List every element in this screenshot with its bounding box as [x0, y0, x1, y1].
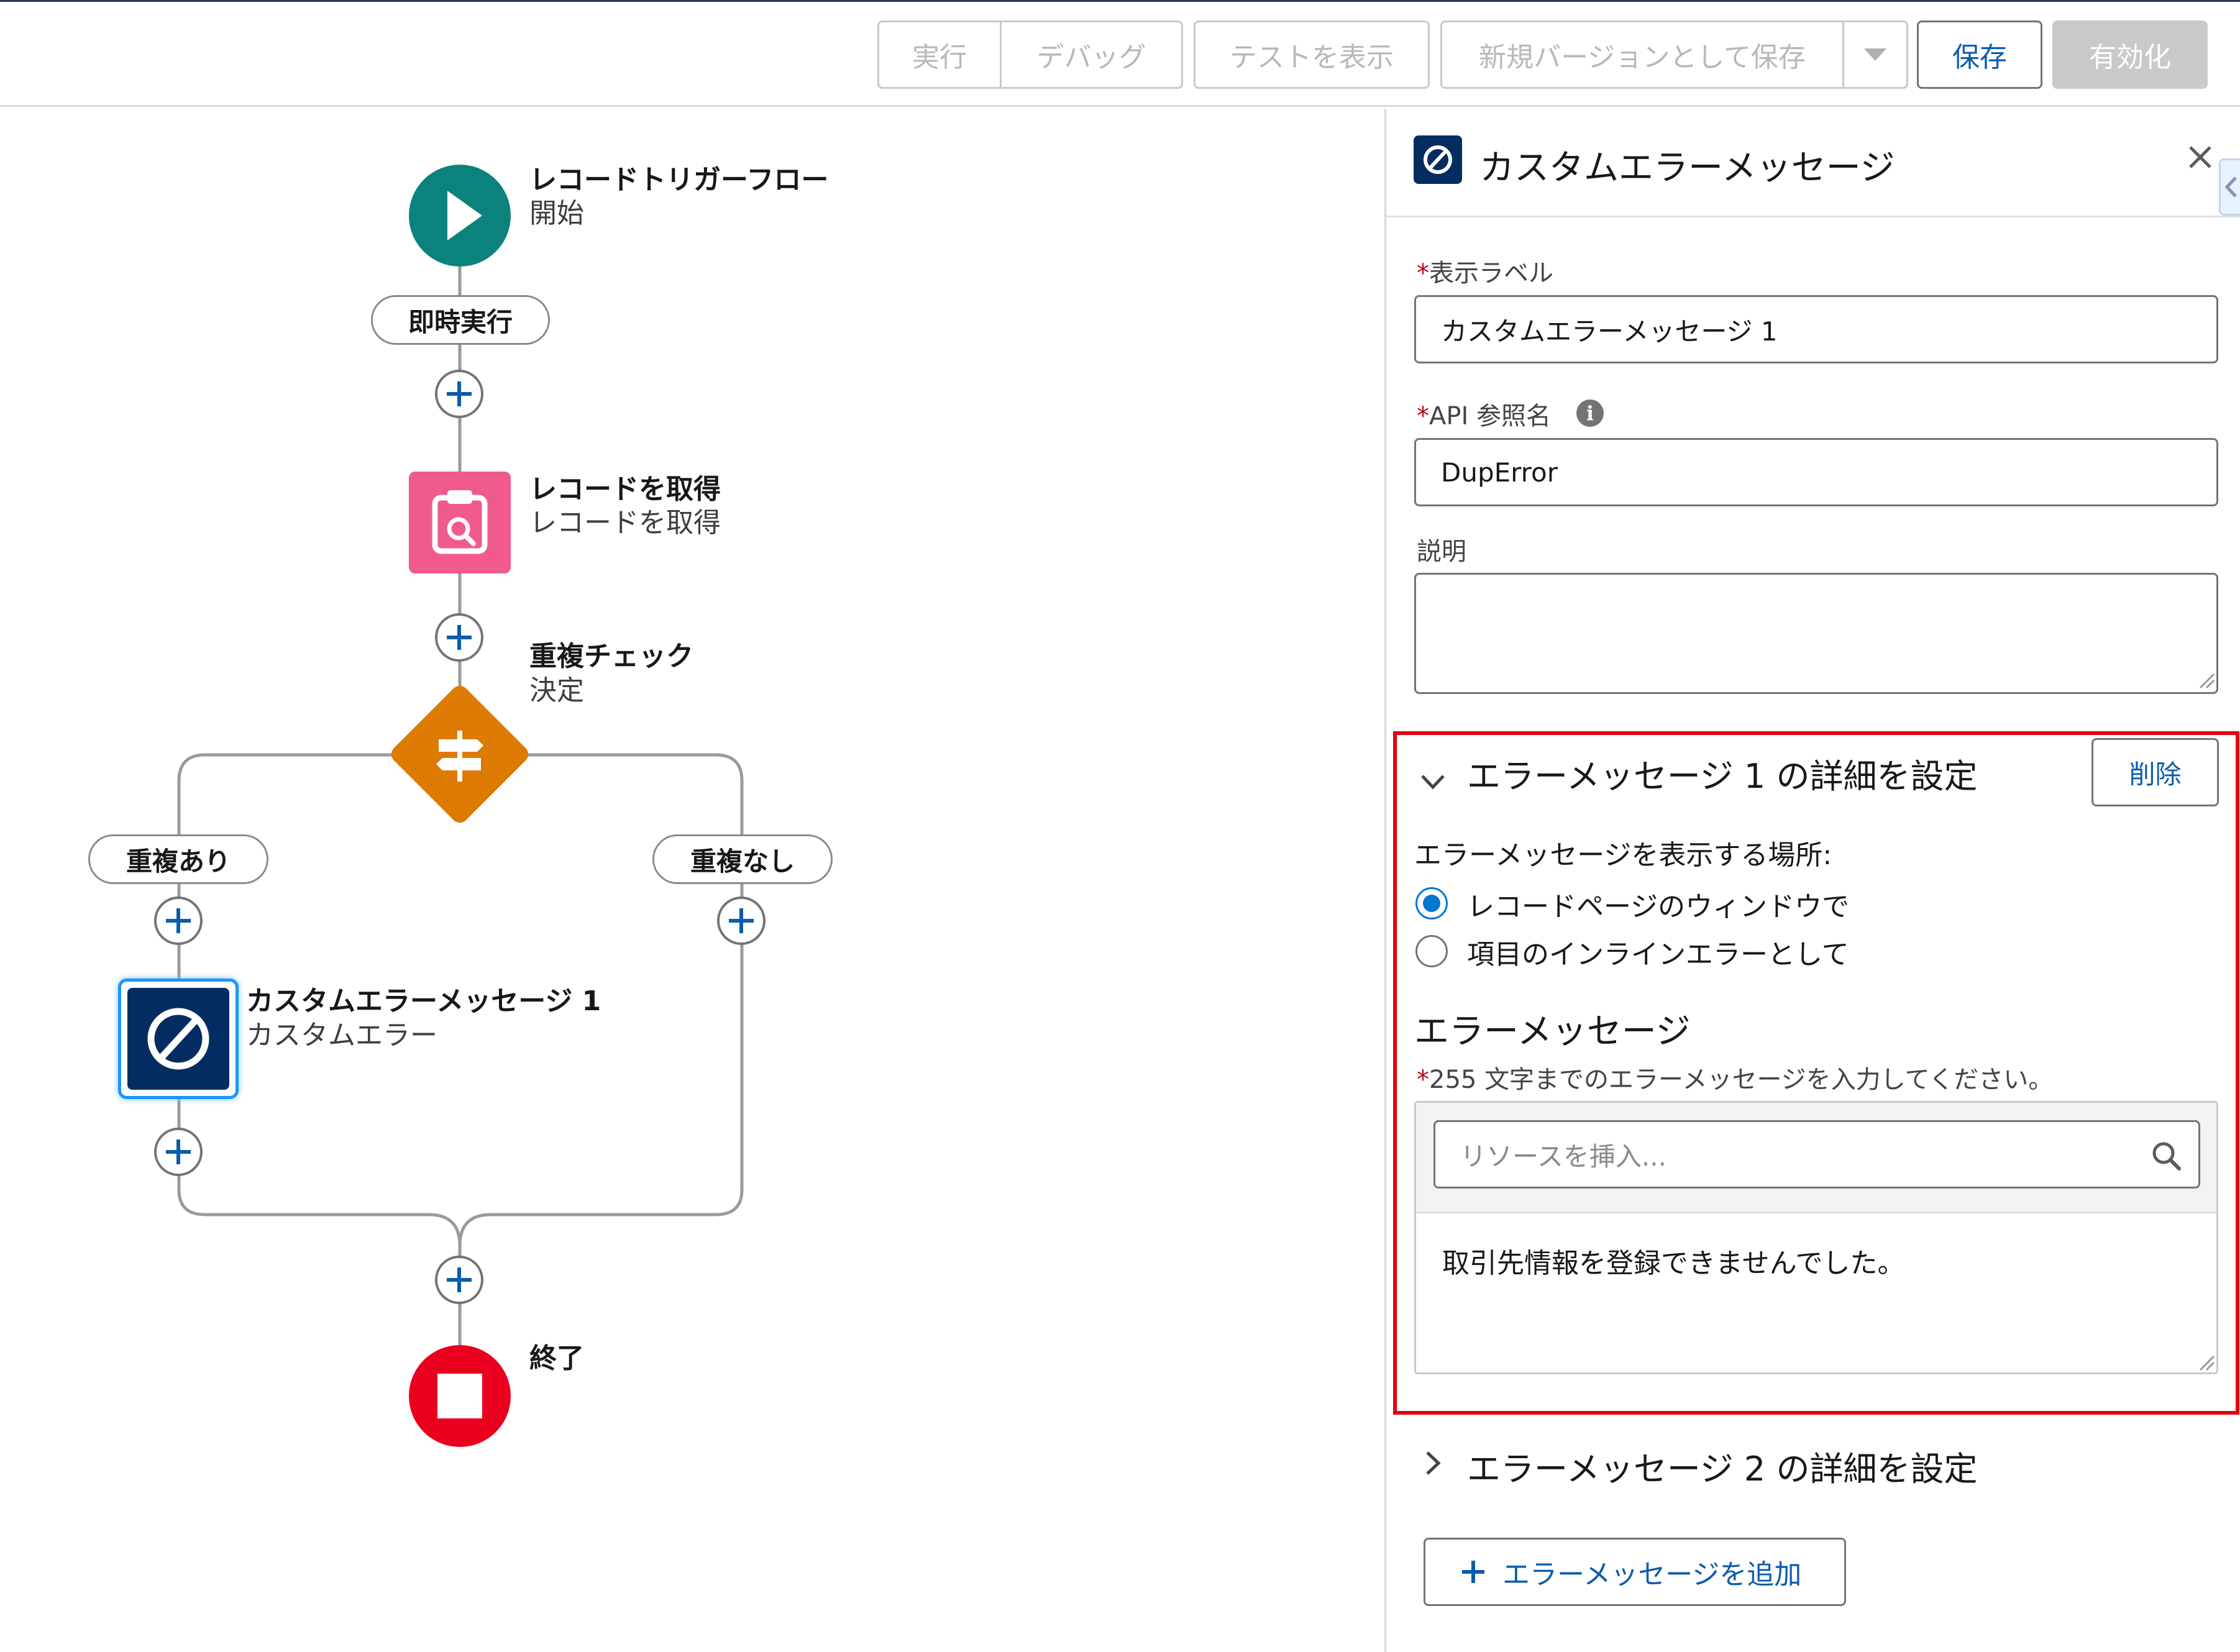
save-button[interactable]: 保存 [1917, 21, 2042, 89]
error-message-help: *255 文字までのエラーメッセージを入力してください。 [1417, 1066, 2054, 1094]
prohibited-icon [147, 1008, 209, 1070]
add-element-button[interactable] [435, 1256, 483, 1304]
add-element-button[interactable] [154, 1128, 203, 1176]
delete-button[interactable]: 削除 [2091, 738, 2219, 806]
resize-handle-icon[interactable] [2198, 672, 2216, 690]
branch-label-duplicate: 重複あり [88, 834, 268, 884]
panel-collapse-handle[interactable] [2219, 158, 2240, 216]
stop-icon [437, 1374, 482, 1418]
error-message-text[interactable]: 取引先情報を登録できませんでした。 [1442, 1241, 1904, 1280]
add-element-button[interactable] [154, 897, 203, 945]
prohibited-icon [1424, 145, 1452, 174]
signpost-icon [436, 731, 483, 782]
play-icon [447, 191, 482, 240]
start-node-subtitle: 開始 [529, 198, 584, 229]
info-icon[interactable]: i [1576, 399, 1604, 427]
radio-inline-field-error-label[interactable]: 項目のインラインエラーとして [1467, 932, 1849, 972]
add-element-button[interactable] [435, 613, 483, 662]
start-node[interactable] [409, 165, 511, 267]
end-node[interactable] [409, 1345, 511, 1447]
add-element-button[interactable] [435, 370, 483, 418]
add-error-message-label: エラーメッセージを追加 [1502, 1559, 1802, 1590]
properties-panel: カスタムエラーメッセージ *表示ラベル カスタムエラーメッセージ 1 *API … [1384, 109, 2240, 1652]
section2-title[interactable]: エラーメッセージ 2 の詳細を設定 [1467, 1441, 1977, 1490]
add-element-button[interactable] [717, 897, 766, 945]
label-field-input[interactable]: カスタムエラーメッセージ 1 [1414, 295, 2218, 363]
radio-record-page-window[interactable] [1415, 887, 1448, 920]
plus-icon [1462, 1561, 1484, 1583]
radio-record-page-window-label[interactable]: レコードページのウィンドウで [1467, 884, 1849, 924]
custom-error-node[interactable] [118, 979, 239, 1099]
end-title: 終了 [529, 1343, 584, 1374]
radio-inline-field-error[interactable] [1415, 935, 1448, 967]
panel-header: カスタムエラーメッセージ [1386, 109, 2240, 217]
error-message-heading: エラーメッセージ [1414, 1011, 1691, 1052]
panel-title: カスタムエラーメッセージ [1479, 148, 1895, 188]
add-error-message-button[interactable]: エラーメッセージを追加 [1424, 1538, 1846, 1606]
debug-button[interactable]: デバッグ [1000, 21, 1183, 89]
decision-subtitle: 決定 [529, 675, 584, 706]
search-icon [2152, 1142, 2181, 1171]
chevron-down-icon [1864, 48, 1886, 61]
clipboard-search-icon [432, 490, 488, 554]
close-icon[interactable] [2188, 145, 2213, 170]
chevron-right-icon[interactable] [1417, 1448, 1448, 1479]
custom-error-header-icon [1414, 135, 1462, 184]
flow-canvas: レコードトリガーフロー 開始 即時実行 レコードを取得 レコードを取得 重複チェ… [0, 109, 1384, 1652]
branch-label-no-duplicate: 重複なし [652, 834, 833, 884]
resource-search-input[interactable]: リソースを挿入... [1433, 1120, 2200, 1189]
immediate-path-label: 即時実行 [371, 295, 550, 345]
chevron-left-icon [2224, 176, 2237, 198]
label-field-label: *表示ラベル [1417, 259, 1553, 288]
description-label: 説明 [1417, 537, 1466, 566]
save-as-new-version-button[interactable]: 新規バージョンとして保存 [1440, 21, 1844, 89]
builder-toolbar: 実行 デバッグ テストを表示 新規バージョンとして保存 保存 有効化 [0, 0, 2240, 107]
show-tests-button[interactable]: テストを表示 [1194, 21, 1430, 89]
save-menu-dropdown[interactable] [1842, 21, 1908, 89]
chevron-down-icon[interactable] [1417, 766, 1448, 797]
api-name-input[interactable]: DupError [1414, 438, 2218, 506]
error-message-editor: リソースを挿入... 取引先情報を登録できませんでした。 [1414, 1101, 2218, 1374]
api-name-field-label: *API 参照名 [1417, 402, 1551, 431]
activate-button[interactable]: 有効化 [2052, 21, 2208, 89]
error-location-label: エラーメッセージを表示する場所: [1414, 839, 1832, 871]
run-button[interactable]: 実行 [877, 21, 1002, 89]
get-records-node[interactable] [409, 472, 511, 573]
section1-title[interactable]: エラーメッセージ 1 の詳細を設定 [1467, 749, 1977, 798]
description-textarea[interactable] [1414, 573, 2218, 694]
custom-error-subtitle: カスタムエラー [246, 1020, 437, 1051]
get-records-subtitle: レコードを取得 [529, 507, 721, 539]
resize-handle-icon[interactable] [2198, 1354, 2216, 1372]
